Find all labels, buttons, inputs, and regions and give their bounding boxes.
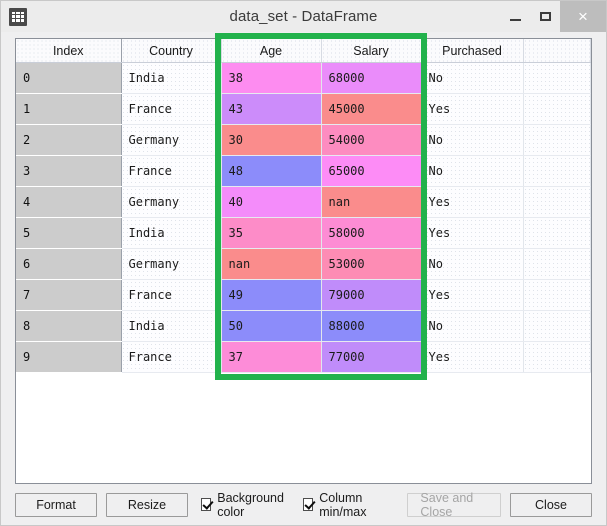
table-header-row: Index Country Age Salary Purchased: [16, 39, 591, 63]
row-salary-cell[interactable]: 53000: [321, 249, 421, 280]
row-index-cell[interactable]: 1: [16, 94, 121, 125]
row-index-cell[interactable]: 4: [16, 187, 121, 218]
row-purchased-cell[interactable]: Yes: [421, 187, 523, 218]
row-country-cell[interactable]: Germany: [121, 249, 221, 280]
column-header-salary[interactable]: Salary: [321, 39, 421, 63]
row-empty-cell: [523, 249, 591, 280]
row-salary-cell[interactable]: nan: [321, 187, 421, 218]
row-age-cell[interactable]: 48: [221, 156, 321, 187]
row-age-cell[interactable]: 37: [221, 342, 321, 373]
table-row: 7France4979000Yes: [16, 280, 591, 311]
table-area: Index Country Age Salary Purchased 0Indi…: [1, 32, 606, 484]
row-salary-cell[interactable]: 65000: [321, 156, 421, 187]
row-empty-cell: [523, 94, 591, 125]
row-age-cell[interactable]: 43: [221, 94, 321, 125]
column-header-index[interactable]: Index: [16, 39, 121, 63]
row-index-cell[interactable]: 3: [16, 156, 121, 187]
dataframe-table: Index Country Age Salary Purchased 0Indi…: [16, 39, 591, 373]
column-minmax-label: Column min/max: [319, 491, 389, 519]
table-row: 8India5088000No: [16, 311, 591, 342]
close-button[interactable]: Close: [510, 493, 592, 517]
column-header-empty[interactable]: [523, 39, 591, 63]
row-empty-cell: [523, 218, 591, 249]
row-empty-cell: [523, 63, 591, 94]
row-purchased-cell[interactable]: Yes: [421, 218, 523, 249]
table-row: 1France4345000Yes: [16, 94, 591, 125]
row-age-cell[interactable]: 50: [221, 311, 321, 342]
column-header-purchased[interactable]: Purchased: [421, 39, 523, 63]
row-salary-cell[interactable]: 88000: [321, 311, 421, 342]
row-index-cell[interactable]: 8: [16, 311, 121, 342]
row-purchased-cell[interactable]: No: [421, 63, 523, 94]
row-age-cell[interactable]: nan: [221, 249, 321, 280]
column-minmax-checkbox[interactable]: Column min/max: [303, 491, 389, 519]
row-age-cell[interactable]: 30: [221, 125, 321, 156]
bottom-toolbar: Format Resize Background color Column mi…: [1, 484, 606, 525]
table-row: 6Germanynan53000No: [16, 249, 591, 280]
row-purchased-cell[interactable]: Yes: [421, 94, 523, 125]
title-bar: data_set - DataFrame ×: [1, 1, 606, 32]
table-row: 4Germany40nanYes: [16, 187, 591, 218]
row-purchased-cell[interactable]: No: [421, 156, 523, 187]
row-empty-cell: [523, 156, 591, 187]
dataframe-table-frame: Index Country Age Salary Purchased 0Indi…: [15, 38, 592, 484]
row-country-cell[interactable]: France: [121, 280, 221, 311]
row-salary-cell[interactable]: 79000: [321, 280, 421, 311]
save-and-close-button: Save and Close: [407, 493, 501, 517]
row-salary-cell[interactable]: 54000: [321, 125, 421, 156]
row-country-cell[interactable]: India: [121, 63, 221, 94]
row-salary-cell[interactable]: 58000: [321, 218, 421, 249]
row-index-cell[interactable]: 6: [16, 249, 121, 280]
row-purchased-cell[interactable]: Yes: [421, 342, 523, 373]
row-purchased-cell[interactable]: No: [421, 125, 523, 156]
row-country-cell[interactable]: France: [121, 94, 221, 125]
row-country-cell[interactable]: India: [121, 311, 221, 342]
row-purchased-cell[interactable]: Yes: [421, 280, 523, 311]
background-color-label: Background color: [217, 491, 290, 519]
checkbox-indicator[interactable]: [303, 498, 313, 511]
row-country-cell[interactable]: France: [121, 342, 221, 373]
row-country-cell[interactable]: India: [121, 218, 221, 249]
close-window-button[interactable]: ×: [560, 1, 606, 32]
row-purchased-cell[interactable]: No: [421, 311, 523, 342]
row-salary-cell[interactable]: 45000: [321, 94, 421, 125]
format-button[interactable]: Format: [15, 493, 97, 517]
row-age-cell[interactable]: 38: [221, 63, 321, 94]
row-salary-cell[interactable]: 77000: [321, 342, 421, 373]
column-header-age[interactable]: Age: [221, 39, 321, 63]
table-grid-icon: [9, 8, 27, 26]
row-age-cell[interactable]: 35: [221, 218, 321, 249]
table-row: 3France4865000No: [16, 156, 591, 187]
row-index-cell[interactable]: 0: [16, 63, 121, 94]
row-country-cell[interactable]: France: [121, 156, 221, 187]
row-empty-cell: [523, 125, 591, 156]
row-empty-cell: [523, 187, 591, 218]
background-color-checkbox[interactable]: Background color: [201, 491, 290, 519]
row-index-cell[interactable]: 9: [16, 342, 121, 373]
table-row: 2Germany3054000No: [16, 125, 591, 156]
row-age-cell[interactable]: 40: [221, 187, 321, 218]
table-row: 5India3558000Yes: [16, 218, 591, 249]
row-index-cell[interactable]: 7: [16, 280, 121, 311]
row-salary-cell[interactable]: 68000: [321, 63, 421, 94]
row-index-cell[interactable]: 5: [16, 218, 121, 249]
row-empty-cell: [523, 311, 591, 342]
maximize-button[interactable]: [530, 1, 560, 32]
dataframe-viewer-window: data_set - DataFrame × Index: [0, 0, 607, 526]
row-country-cell[interactable]: Germany: [121, 125, 221, 156]
column-header-country[interactable]: Country: [121, 39, 221, 63]
checkbox-indicator[interactable]: [201, 498, 211, 511]
minimize-button[interactable]: [500, 1, 530, 32]
row-purchased-cell[interactable]: No: [421, 249, 523, 280]
row-country-cell[interactable]: Germany: [121, 187, 221, 218]
table-row: 0India3868000No: [16, 63, 591, 94]
window-controls: ×: [500, 1, 606, 32]
resize-button[interactable]: Resize: [106, 493, 188, 517]
row-age-cell[interactable]: 49: [221, 280, 321, 311]
row-index-cell[interactable]: 2: [16, 125, 121, 156]
row-empty-cell: [523, 342, 591, 373]
table-row: 9France3777000Yes: [16, 342, 591, 373]
row-empty-cell: [523, 280, 591, 311]
table-body: 0India3868000No1France4345000Yes2Germany…: [16, 63, 591, 373]
